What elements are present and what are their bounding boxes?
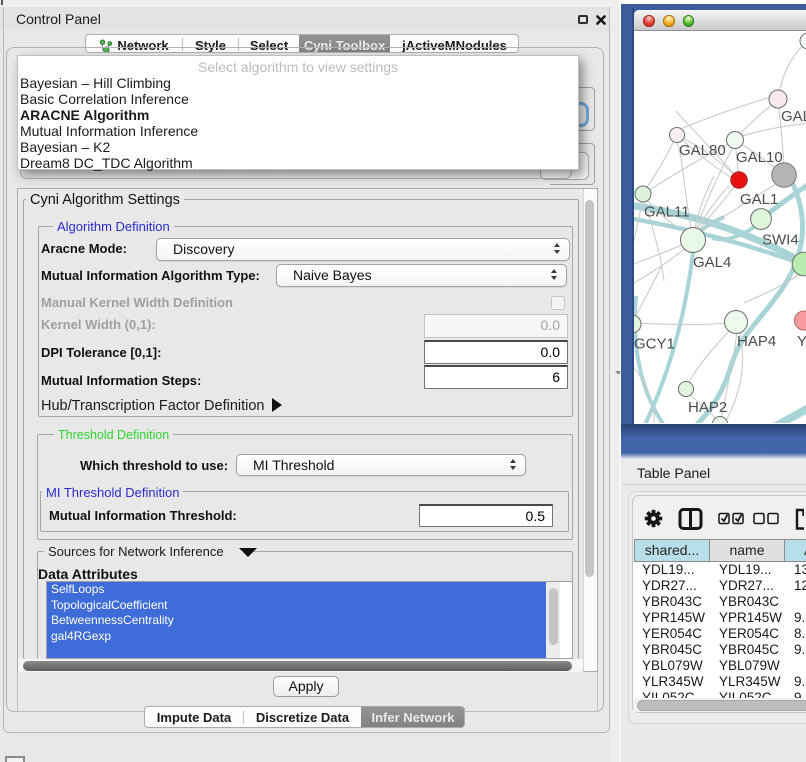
svg-text:GCY1: GCY1: [634, 336, 675, 353]
svg-text:GAL4: GAL4: [693, 254, 731, 271]
svg-text:HAP4: HAP4: [737, 333, 776, 350]
svg-text:GAL1: GAL1: [740, 191, 778, 208]
svg-text:SWI4: SWI4: [762, 232, 799, 249]
svg-text:GAL: GAL: [781, 108, 806, 125]
svg-text:HAP2: HAP2: [688, 399, 727, 416]
svg-text:GAL10: GAL10: [736, 149, 783, 166]
svg-text:Y: Y: [797, 333, 806, 350]
svg-text:GAL80: GAL80: [679, 142, 726, 159]
svg-text:GAL11: GAL11: [644, 204, 690, 221]
